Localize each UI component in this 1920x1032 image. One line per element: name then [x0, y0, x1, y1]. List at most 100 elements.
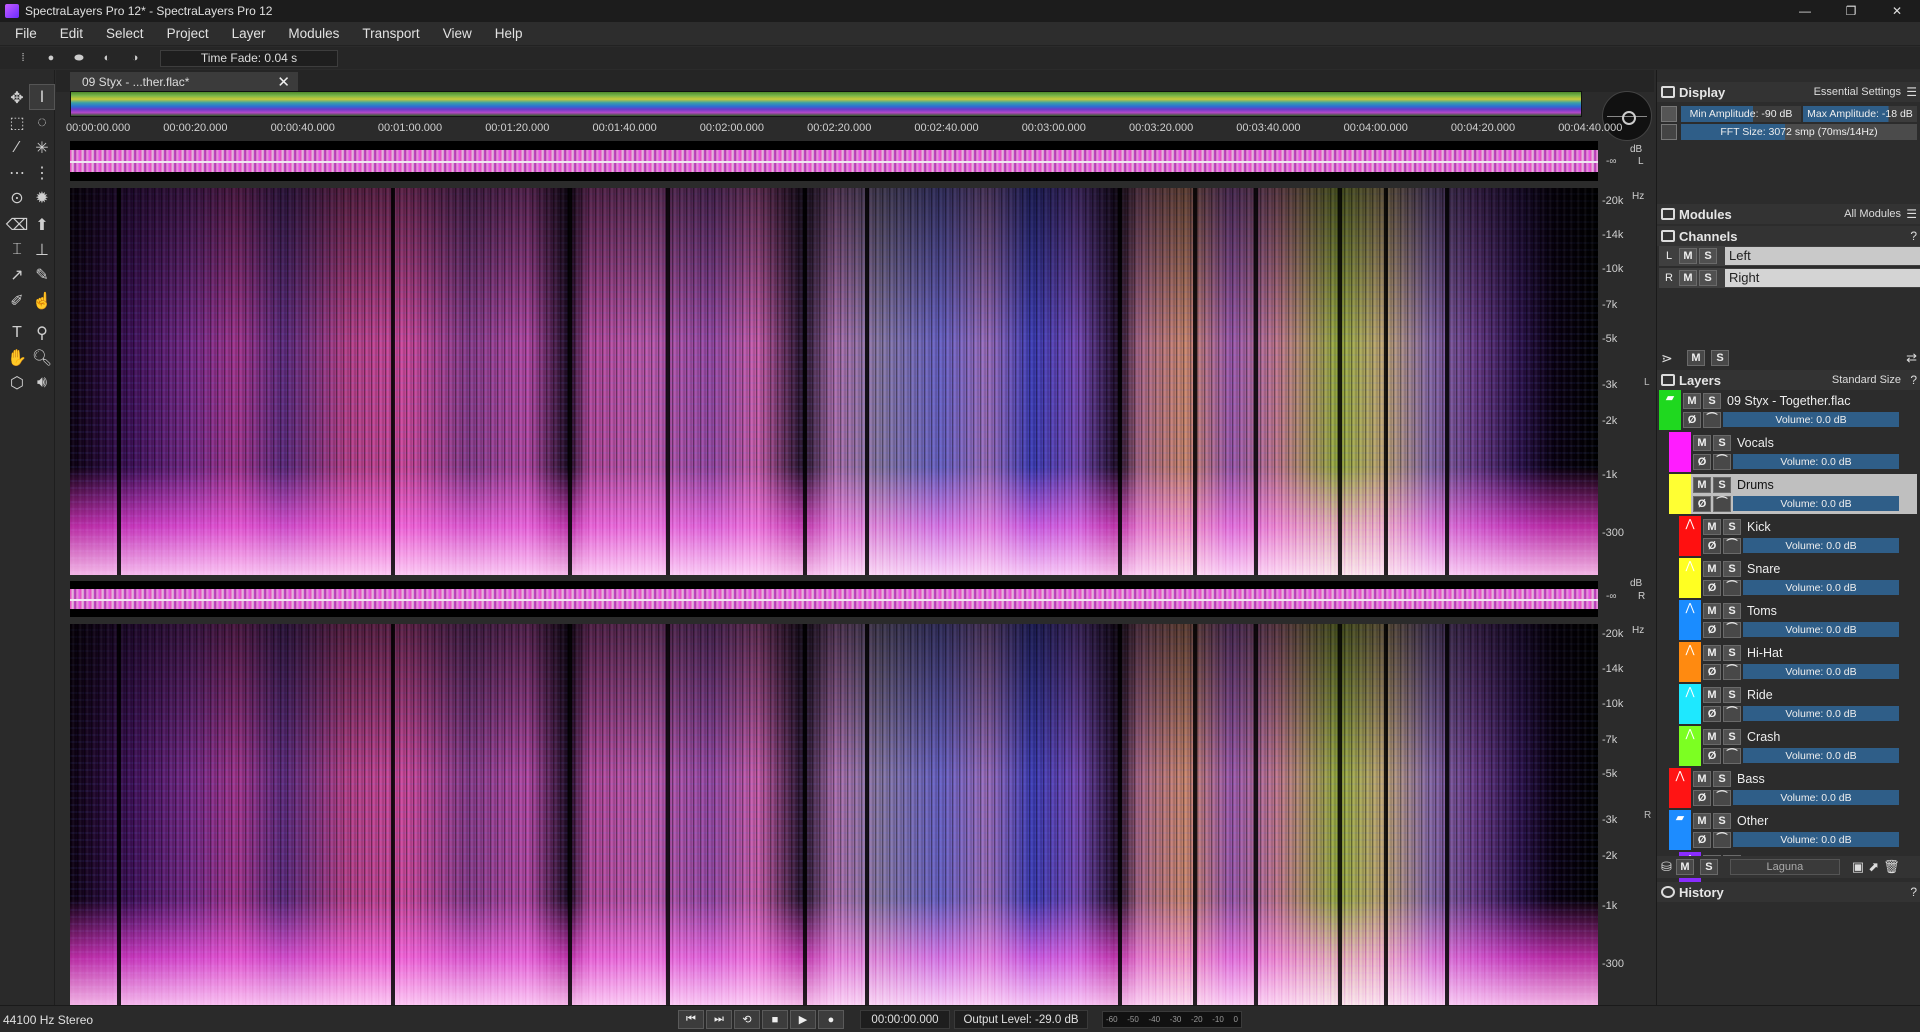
menu-help[interactable]: Help [486, 26, 537, 41]
min-amplitude-slider[interactable]: Min Amplitude: -90 dB [1681, 106, 1801, 122]
spectrogram-right[interactable] [70, 624, 1598, 1006]
layer-mute-button[interactable]: M [1693, 476, 1711, 493]
smudge-tool-icon[interactable]: ☝ [29, 288, 55, 314]
layer-row[interactable]: ▰ M S Other Ø ⏜ Volume: 0.0 dB [1669, 810, 1917, 850]
layer-phase-button[interactable]: Ø [1703, 705, 1721, 722]
layer-volume-slider[interactable]: Volume: 0.0 dB [1733, 790, 1899, 805]
preset-select[interactable]: Laguna [1729, 859, 1840, 875]
layer-color-swatch[interactable]: ⋀ [1679, 726, 1701, 766]
help-icon[interactable]: ? [1910, 373, 1917, 387]
display-preset-select[interactable]: Essential Settings [1814, 86, 1901, 98]
layer-solo-button[interactable]: S [1713, 434, 1731, 451]
history-panel-header[interactable]: History ? [1657, 882, 1920, 902]
minimize-button[interactable]: — [1782, 0, 1828, 22]
solo-all-button[interactable]: S [1711, 350, 1729, 366]
layer-solo-button[interactable]: S [1723, 728, 1741, 745]
layer-solo-button[interactable]: S [1703, 392, 1721, 409]
layer-mute-button[interactable]: M [1703, 518, 1721, 535]
expand-icon[interactable]: ⋗ [1661, 350, 1683, 367]
footer-mute-button[interactable]: M [1675, 859, 1694, 875]
brush-wide-icon[interactable]: ⬬ [70, 51, 88, 65]
close-window-button[interactable]: ✕ [1874, 0, 1920, 22]
layer-fade-icon[interactable]: ⏜ [1723, 663, 1741, 680]
rect-selection-tool-icon[interactable]: ⬚ [4, 110, 30, 136]
amplify-tool-icon[interactable]: ⬆ [29, 212, 55, 238]
layers-panel-header[interactable]: Layers Standard Size ? [1657, 370, 1920, 390]
maximize-button[interactable]: ❐ [1828, 0, 1874, 22]
time-selection-tool-icon[interactable]: Ⅰ [29, 84, 55, 110]
layer-row[interactable]: M S Drums Ø ⏜ Volume: 0.0 dB [1669, 474, 1917, 514]
layer-solo-button[interactable]: S [1723, 644, 1741, 661]
layer-phase-button[interactable]: Ø [1693, 789, 1711, 806]
layer-color-swatch[interactable]: ⋀ [1679, 558, 1701, 598]
layer-solo-button[interactable]: S [1723, 602, 1741, 619]
fft-size-slider[interactable]: FFT Size: 3072 smp (70ms/14Hz) [1681, 124, 1917, 140]
layer-fade-icon[interactable]: ⏜ [1723, 747, 1741, 764]
panel-menu-icon[interactable]: ☰ [1906, 85, 1917, 99]
layer-row[interactable]: ⋀ M S Ride Ø ⏜ Volume: 0.0 dB [1679, 684, 1917, 724]
layer-color-swatch[interactable]: ⋀ [1679, 516, 1701, 556]
menu-edit[interactable]: Edit [51, 26, 97, 41]
layer-mute-button[interactable]: M [1693, 812, 1711, 829]
layer-volume-slider[interactable]: Volume: 0.0 dB [1733, 832, 1899, 847]
transient-selection-tool-icon[interactable]: ⊙ [4, 185, 30, 211]
move-tool-icon[interactable]: ✥ [4, 85, 30, 111]
layer-solo-button[interactable]: S [1723, 686, 1741, 703]
menu-project[interactable]: Project [158, 26, 223, 41]
menu-view[interactable]: View [434, 26, 486, 41]
layer-size-select[interactable]: Standard Size [1832, 374, 1901, 386]
go-to-end-icon[interactable]: ⏭ [706, 1010, 732, 1029]
layer-color-swatch[interactable] [1669, 474, 1691, 514]
toggle-mode-icon[interactable]: ◐ [98, 51, 116, 65]
layer-volume-slider[interactable]: Volume: 0.0 dB [1743, 622, 1899, 637]
menu-transport[interactable]: Transport [353, 26, 433, 41]
document-tab[interactable]: 09 Styx - ...ther.flac* ✕ [70, 72, 298, 92]
layer-row[interactable]: ⋀ M S Hi-Hat Ø ⏜ Volume: 0.0 dB [1679, 642, 1917, 682]
layer-solo-button[interactable]: S [1723, 518, 1741, 535]
magic-wand-tool-icon[interactable]: ✳ [29, 135, 55, 161]
noise-selection-tool-icon[interactable]: ✹ [29, 185, 55, 211]
time-cursor-icon[interactable]: ⁞ [14, 51, 32, 65]
shuffle-icon[interactable]: ⇄ [1906, 350, 1917, 366]
layer-color-swatch[interactable]: ▰ [1669, 810, 1691, 850]
frequency-selection-tool-icon[interactable]: ⋮ [29, 160, 55, 186]
layer-color-swatch[interactable]: ⋀ [1679, 684, 1701, 724]
layer-row[interactable]: ⋀ M S Snare Ø ⏜ Volume: 0.0 dB [1679, 558, 1917, 598]
layer-phase-button[interactable]: Ø [1693, 495, 1711, 512]
footer-solo-button[interactable]: S [1699, 859, 1718, 875]
menu-modules[interactable]: Modules [279, 26, 353, 41]
modules-panel-header[interactable]: Modules All Modules ☰ [1657, 204, 1920, 224]
3d-view-tool-icon[interactable]: ⬡ [4, 370, 30, 396]
layer-solo-button[interactable]: S [1713, 812, 1731, 829]
layer-mute-button[interactable]: M [1703, 728, 1721, 745]
hand-tool-icon[interactable]: ✋ [4, 345, 30, 371]
layer-stack-icon[interactable]: ⛁ [1661, 859, 1672, 875]
layer-color-swatch[interactable] [1669, 432, 1691, 472]
text-tool-icon[interactable]: T [4, 320, 30, 346]
time-fade-field[interactable]: Time Fade: 0.04 s [160, 49, 338, 67]
channel-row-right[interactable]: R M S Right [1659, 268, 1920, 288]
layer-phase-button[interactable]: Ø [1703, 537, 1721, 554]
layer-phase-button[interactable]: Ø [1703, 621, 1721, 638]
layer-volume-slider[interactable]: Volume: 0.0 dB [1733, 496, 1899, 511]
modules-filter-select[interactable]: All Modules [1844, 208, 1901, 220]
help-icon[interactable]: ? [1910, 885, 1917, 899]
max-amplitude-slider[interactable]: Max Amplitude: -18 dB [1803, 106, 1917, 122]
project-overview[interactable] [70, 91, 1582, 117]
waveform-right[interactable] [70, 581, 1598, 617]
brush-selection-tool-icon[interactable]: ∕ [4, 135, 30, 161]
amplitude-mode-icon[interactable] [1661, 106, 1677, 122]
layer-solo-button[interactable]: S [1713, 770, 1731, 787]
brush-small-icon[interactable]: ● [42, 51, 60, 65]
layer-solo-button[interactable]: S [1713, 476, 1731, 493]
layer-volume-slider[interactable]: Volume: 0.0 dB [1743, 664, 1899, 679]
channels-panel-header[interactable]: Channels ? [1657, 226, 1920, 246]
layer-volume-slider[interactable]: Volume: 0.0 dB [1723, 412, 1899, 427]
layer-fade-icon[interactable]: ⏜ [1723, 621, 1741, 638]
layer-fade-icon[interactable]: ⏜ [1713, 495, 1731, 512]
time-display[interactable]: 00:00:00.000 [860, 1010, 950, 1029]
layer-volume-slider[interactable]: Volume: 0.0 dB [1743, 538, 1899, 553]
layer-mute-button[interactable]: M [1703, 644, 1721, 661]
menu-file[interactable]: File [6, 26, 51, 41]
eyedropper-tool-icon[interactable]: ⚲ [29, 320, 55, 346]
